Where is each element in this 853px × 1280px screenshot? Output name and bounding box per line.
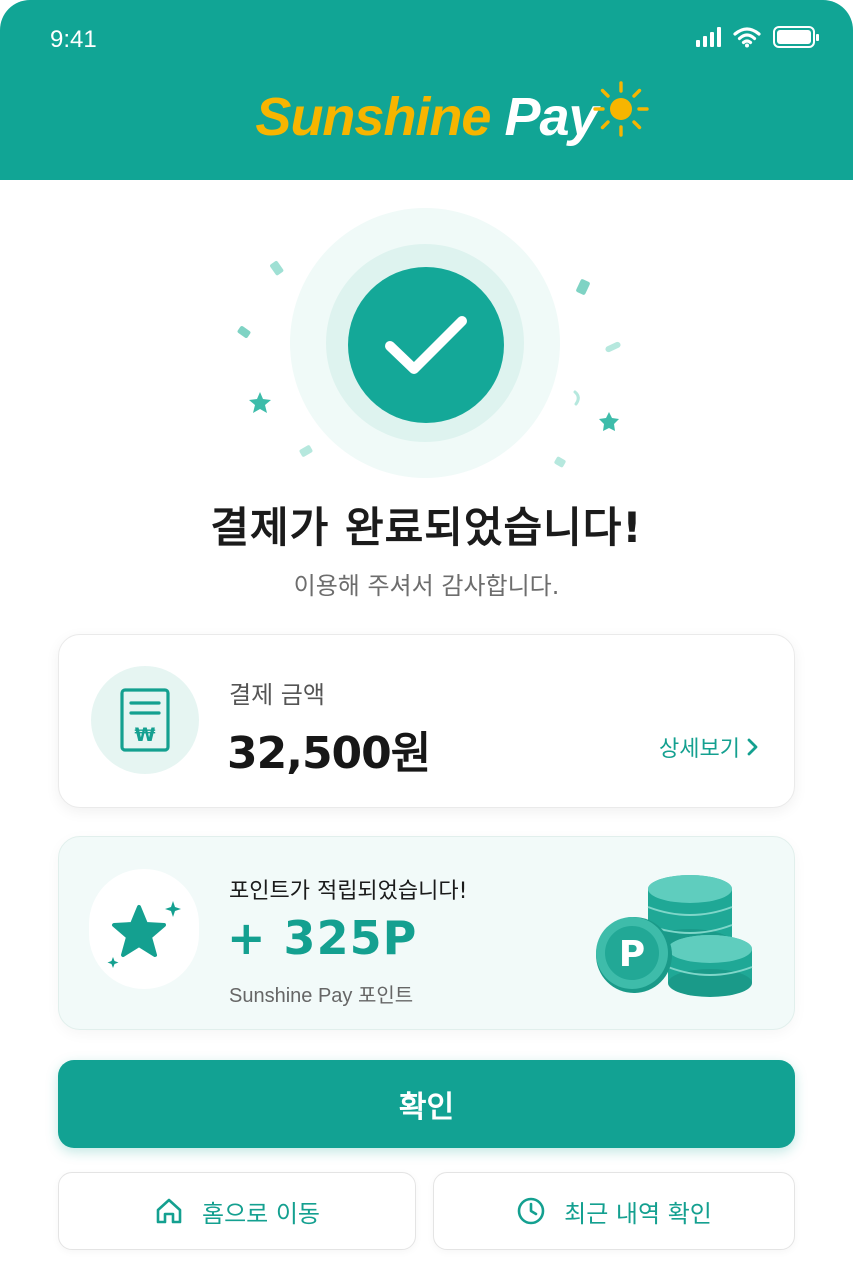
points-card: 포인트가 적립되었습니다! + 325P Sunshine Pay 포인트 P bbox=[58, 836, 795, 1030]
checkmark-icon bbox=[385, 316, 467, 374]
page-title: 결제가 완료되었습니다! bbox=[210, 503, 643, 552]
clock-icon bbox=[517, 1197, 545, 1225]
star-icon bbox=[107, 901, 181, 968]
payment-detail-link[interactable]: 상세보기 bbox=[659, 731, 760, 763]
payment-card: ₩ 결제 금액 32,500원 상세보기 bbox=[58, 634, 795, 808]
payment-label: 결제 금액 bbox=[229, 681, 325, 709]
home-button-label: 홈으로 이동 bbox=[201, 1199, 321, 1228]
payment-detail-label: 상세보기 bbox=[659, 737, 740, 762]
chevron-right-icon bbox=[747, 738, 758, 756]
receipt-icon: ₩ bbox=[120, 688, 170, 752]
history-button[interactable]: 최근 내역 확인 bbox=[433, 1172, 795, 1250]
receipt-icon-bubble: ₩ bbox=[91, 666, 199, 774]
coin-letter: P bbox=[619, 934, 645, 975]
coins-icon: P bbox=[596, 875, 753, 997]
success-indicator bbox=[290, 208, 560, 478]
home-button[interactable]: 홈으로 이동 bbox=[58, 1172, 416, 1250]
points-title: 포인트가 적립되었습니다! bbox=[229, 879, 468, 904]
page-subtitle: 이용해 주셔서 감사합니다. bbox=[293, 572, 560, 600]
points-subtitle: Sunshine Pay 포인트 bbox=[229, 985, 414, 1007]
points-value: + 325P bbox=[227, 911, 418, 965]
home-icon bbox=[156, 1198, 182, 1224]
payment-amount: 32,500원 bbox=[227, 728, 431, 779]
history-button-label: 최근 내역 확인 bbox=[564, 1199, 712, 1228]
receipt-icon-symbol: ₩ bbox=[135, 724, 156, 746]
confirm-button[interactable]: 확인 bbox=[58, 1060, 795, 1148]
star-icon-bubble bbox=[89, 869, 199, 989]
